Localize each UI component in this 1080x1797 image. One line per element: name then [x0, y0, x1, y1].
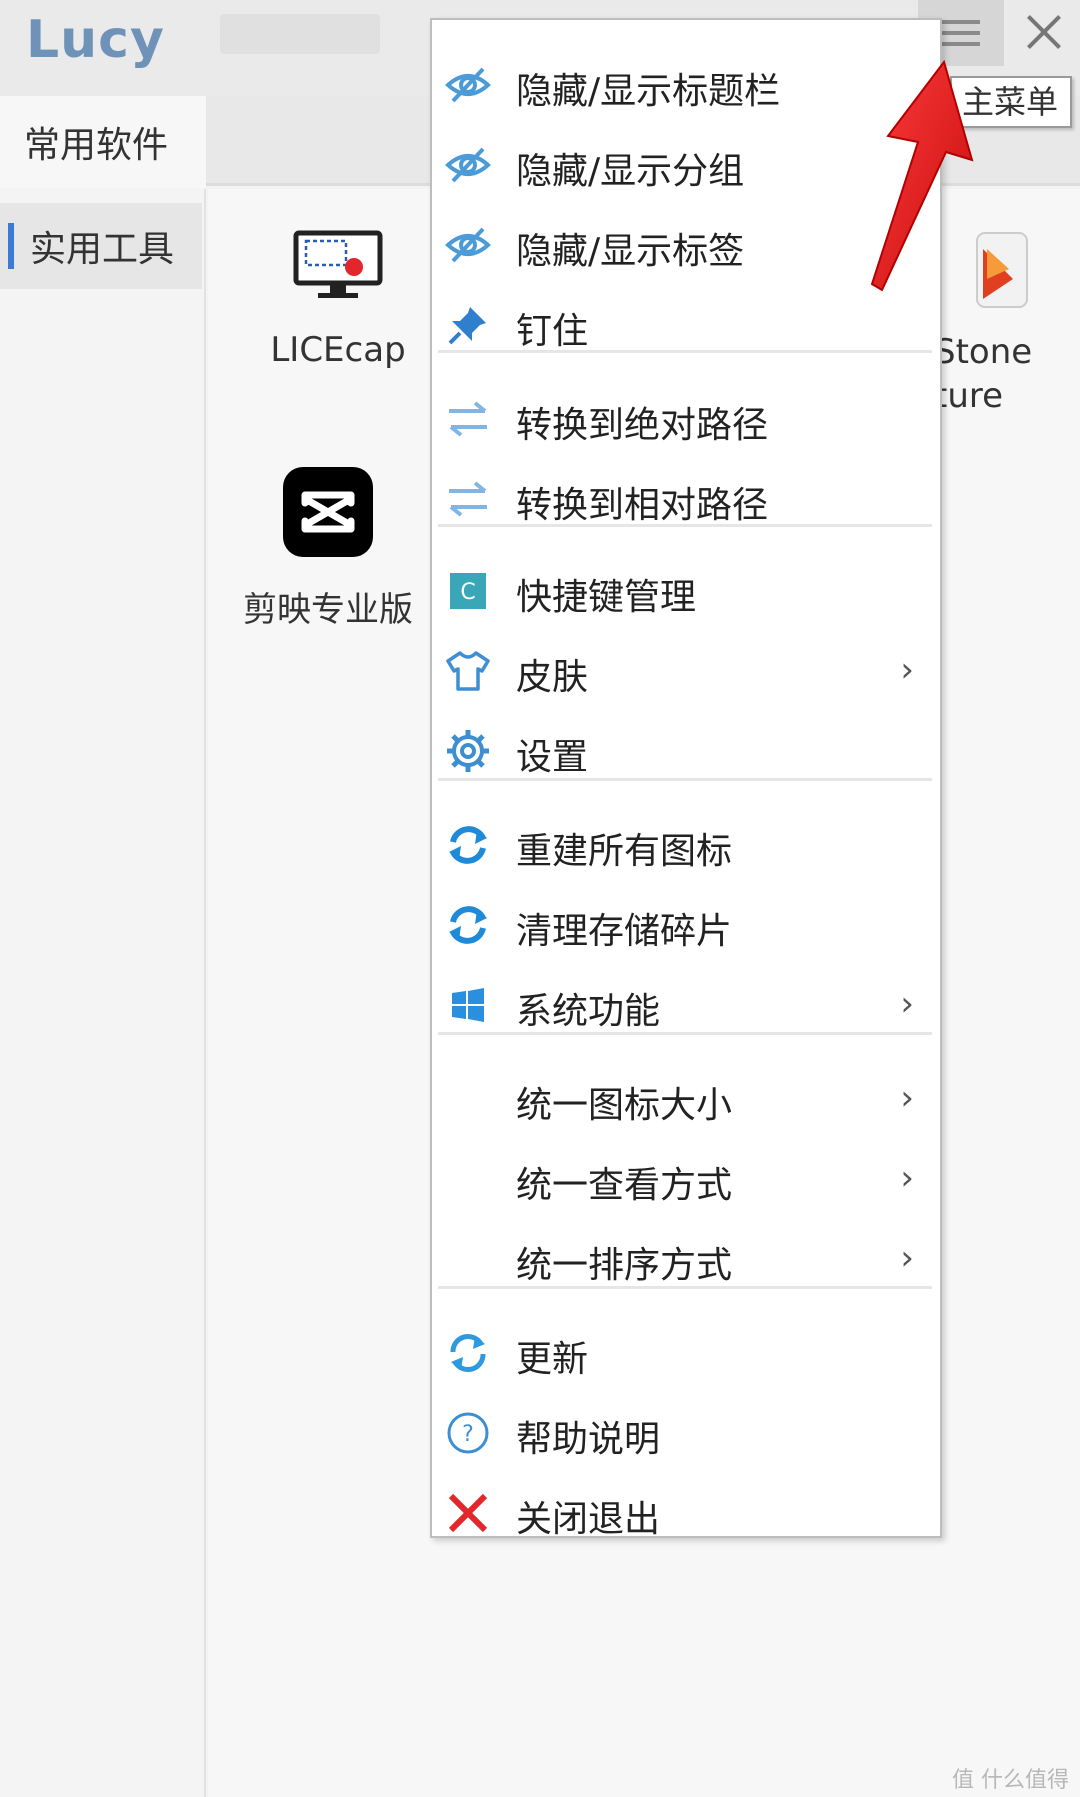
menu-item-rebuild-icons[interactable]: 重建所有图标 [432, 804, 940, 884]
app-label: 剪映专业版 [243, 590, 413, 630]
menu-item-label: 隐藏/显示标签 [516, 231, 745, 272]
submenu-arrow-icon: › [900, 1238, 914, 1278]
menu-separator [438, 1032, 932, 1035]
windows-icon [444, 982, 492, 1028]
swap-arrows-icon [444, 476, 492, 522]
menu-item-label: 更新 [516, 1339, 589, 1380]
submenu-arrow-icon: › [900, 1158, 914, 1198]
submenu-arrow-icon: › [900, 984, 914, 1024]
menu-item-shortcut-manager[interactable]: C 快捷键管理 [432, 550, 940, 630]
menu-item-unify-view-mode[interactable]: 统一查看方式 › [432, 1138, 940, 1218]
menu-item-skin[interactable]: 皮肤 › [432, 630, 940, 710]
menu-item-label: 关闭退出 [516, 1499, 661, 1540]
svg-text:C: C [460, 580, 475, 605]
menu-item-label: 转换到相对路径 [516, 485, 769, 526]
pin-icon [444, 302, 492, 348]
app-title: Lucy [26, 10, 165, 70]
menu-item-unify-icon-size[interactable]: 统一图标大小 › [432, 1058, 940, 1138]
app-label: LICEcap [270, 330, 406, 370]
sidebar-item-utilities[interactable]: 实用工具 [0, 203, 202, 289]
eye-icon [444, 142, 492, 188]
menu-item-label: 重建所有图标 [516, 831, 733, 872]
close-icon[interactable] [1010, 0, 1080, 66]
refresh-icon [444, 822, 492, 868]
app-label-line1: Stone [934, 332, 1033, 372]
capcut-icon [283, 467, 373, 557]
sidebar: 实用工具 [0, 189, 206, 1797]
menu-item-help[interactable]: ? 帮助说明 [432, 1392, 940, 1472]
menu-item-label: 统一查看方式 [516, 1165, 733, 1206]
menu-item-label: 皮肤 [516, 657, 589, 698]
eye-icon [444, 222, 492, 268]
tab-common-software[interactable]: 常用软件 [0, 96, 206, 188]
app-licecap[interactable]: LICEcap [238, 229, 438, 370]
app-label-line2: ture [934, 376, 1004, 416]
exit-x-icon [444, 1490, 492, 1536]
menu-item-update[interactable]: 更新 [432, 1312, 940, 1392]
menu-separator [438, 778, 932, 781]
refresh-icon [444, 902, 492, 948]
menu-item-exit[interactable]: 关闭退出 [432, 1472, 940, 1552]
menu-item-label: 快捷键管理 [516, 577, 697, 618]
app-capcut[interactable]: 剪映专业版 [228, 465, 428, 631]
menu-item-label: 钉住 [516, 311, 589, 352]
faststone-icon [976, 232, 1028, 308]
menu-item-clean-storage[interactable]: 清理存储碎片 [432, 884, 940, 964]
shortcut-c-icon: C [444, 568, 492, 614]
search-box[interactable] [220, 14, 380, 54]
menu-separator [438, 1286, 932, 1289]
monitor-record-icon [293, 230, 383, 298]
submenu-arrow-icon: › [900, 1078, 914, 1118]
menu-item-label: 隐藏/显示分组 [516, 151, 745, 192]
menu-item-label: 清理存储碎片 [516, 911, 733, 952]
annotation-arrow-icon [870, 59, 974, 292]
help-icon: ? [444, 1410, 492, 1456]
menu-item-label: 系统功能 [516, 991, 661, 1032]
shirt-icon [444, 648, 492, 694]
eye-icon [444, 62, 492, 108]
menu-separator [438, 350, 932, 353]
menu-item-label: 设置 [516, 737, 589, 778]
swap-arrows-icon [444, 396, 492, 442]
menu-item-label: 统一排序方式 [516, 1245, 733, 1286]
hamburger-icon [942, 20, 980, 24]
menu-item-label: 转换到绝对路径 [516, 405, 769, 446]
menu-item-label: 隐藏/显示标题栏 [516, 71, 781, 112]
menu-item-absolute-path[interactable]: 转换到绝对路径 [432, 378, 940, 458]
update-icon [444, 1330, 492, 1376]
menu-item-label: 统一图标大小 [516, 1085, 733, 1126]
svg-text:?: ? [462, 1422, 474, 1447]
menu-item-label: 帮助说明 [516, 1419, 661, 1460]
watermark: 值 什么值得买 [952, 1768, 1069, 1793]
menu-separator [438, 524, 932, 527]
submenu-arrow-icon: › [900, 650, 914, 690]
gear-icon [444, 728, 492, 774]
